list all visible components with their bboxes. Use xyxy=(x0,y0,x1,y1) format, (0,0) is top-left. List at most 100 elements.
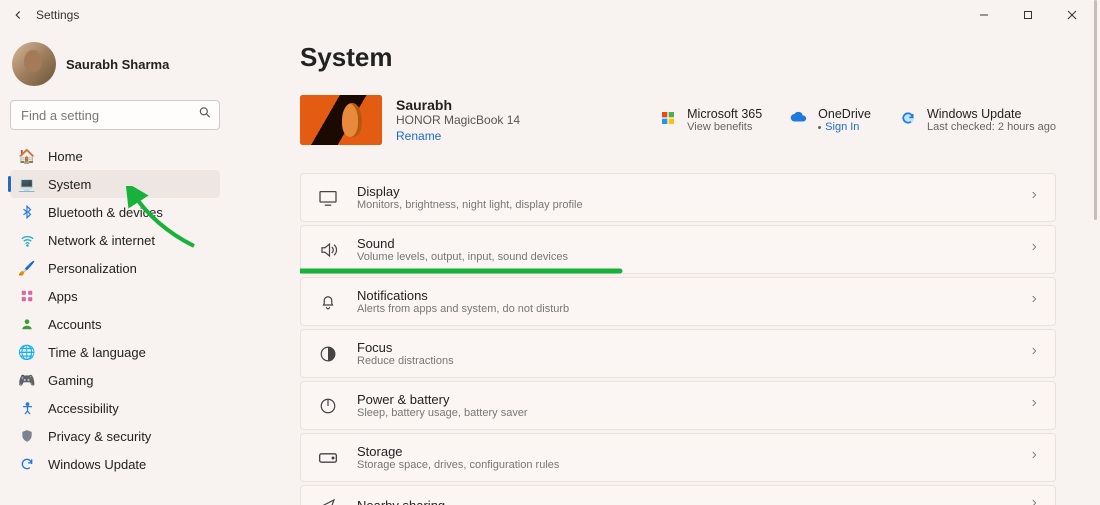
arrow-left-icon xyxy=(11,8,25,22)
card-sub: Alerts from apps and system, do not dist… xyxy=(357,303,569,315)
status-sub: Sign In xyxy=(818,121,871,133)
speaker-icon xyxy=(317,241,339,259)
chevron-right-icon xyxy=(1029,292,1039,311)
maximize-button[interactable] xyxy=(1006,0,1050,30)
status-onedrive[interactable]: OneDrive Sign In xyxy=(790,107,871,133)
titlebar: Settings xyxy=(0,0,1100,30)
wifi-icon xyxy=(18,233,36,248)
apps-icon xyxy=(18,289,36,303)
status-m365[interactable]: Microsoft 365 View benefits xyxy=(659,107,762,133)
monitor-icon xyxy=(317,190,339,206)
back-button[interactable] xyxy=(6,3,30,27)
minimize-button[interactable] xyxy=(962,0,1006,30)
nav-item-personalization[interactable]: 🖌️ Personalization xyxy=(10,254,220,282)
nav-label: Gaming xyxy=(48,373,94,388)
chevron-right-icon xyxy=(1029,396,1039,415)
nav-label: Personalization xyxy=(48,261,137,276)
nav-item-network[interactable]: Network & internet xyxy=(10,226,220,254)
nav-label: System xyxy=(48,177,91,192)
chevron-right-icon xyxy=(1029,448,1039,467)
status-title: Windows Update xyxy=(927,107,1056,121)
card-title: Nearby sharing xyxy=(357,498,445,505)
status-sub: Last checked: 2 hours ago xyxy=(927,121,1056,133)
bluetooth-icon xyxy=(18,205,36,219)
nav-label: Privacy & security xyxy=(48,429,151,444)
card-title: Notifications xyxy=(357,288,569,303)
pc-name: Saurabh xyxy=(396,97,520,113)
nav-item-privacy[interactable]: Privacy & security xyxy=(10,422,220,450)
close-button[interactable] xyxy=(1050,0,1094,30)
scrollbar[interactable] xyxy=(1094,0,1097,220)
globe-icon: 🌐 xyxy=(18,344,36,361)
home-icon: 🏠 xyxy=(18,148,36,165)
storage-icon xyxy=(317,451,339,465)
card-sub: Sleep, battery usage, battery saver xyxy=(357,407,528,419)
chevron-right-icon xyxy=(1029,240,1039,259)
nav: 🏠 Home 💻 System Bluetooth & devices Netw… xyxy=(10,142,220,478)
update-status-icon xyxy=(899,107,917,133)
nav-item-home[interactable]: 🏠 Home xyxy=(10,142,220,170)
nav-label: Time & language xyxy=(48,345,146,360)
card-sub: Volume levels, output, input, sound devi… xyxy=(357,251,568,263)
nav-label: Accessibility xyxy=(48,401,119,416)
settings-cards: DisplayMonitors, brightness, night light… xyxy=(300,173,1056,505)
nav-item-accounts[interactable]: Accounts xyxy=(10,310,220,338)
status-sub: View benefits xyxy=(687,121,762,133)
focus-icon xyxy=(317,345,339,363)
system-header: Saurabh HONOR MagicBook 14 Rename Micros… xyxy=(300,95,1056,145)
nav-item-bluetooth[interactable]: Bluetooth & devices xyxy=(10,198,220,226)
card-focus[interactable]: FocusReduce distractions xyxy=(300,329,1056,378)
window-controls xyxy=(962,0,1094,30)
status-update[interactable]: Windows Update Last checked: 2 hours ago xyxy=(899,107,1056,133)
card-power[interactable]: Power & batterySleep, battery usage, bat… xyxy=(300,381,1056,430)
nav-label: Network & internet xyxy=(48,233,155,248)
share-icon xyxy=(317,497,339,505)
gamepad-icon: 🎮 xyxy=(18,372,36,389)
card-sub: Monitors, brightness, night light, displ… xyxy=(357,199,583,211)
m365-icon xyxy=(659,107,677,133)
rename-link[interactable]: Rename xyxy=(396,129,520,143)
search-input[interactable] xyxy=(10,100,220,130)
nav-label: Apps xyxy=(48,289,78,304)
status-title: OneDrive xyxy=(818,107,871,121)
nav-item-gaming[interactable]: 🎮 Gaming xyxy=(10,366,220,394)
card-nearby[interactable]: Nearby sharing xyxy=(300,485,1056,505)
card-sound[interactable]: SoundVolume levels, output, input, sound… xyxy=(300,225,1056,274)
update-icon xyxy=(18,457,36,471)
card-title: Sound xyxy=(357,236,568,251)
search-wrapper xyxy=(10,100,220,130)
pc-model: HONOR MagicBook 14 xyxy=(396,113,520,127)
nav-item-time[interactable]: 🌐 Time & language xyxy=(10,338,220,366)
chevron-right-icon xyxy=(1029,496,1039,505)
cloud-icon xyxy=(790,107,808,133)
card-sub: Reduce distractions xyxy=(357,355,454,367)
nav-label: Accounts xyxy=(48,317,101,332)
card-title: Focus xyxy=(357,340,454,355)
card-title: Display xyxy=(357,184,583,199)
bell-icon xyxy=(317,293,339,311)
card-display[interactable]: DisplayMonitors, brightness, night light… xyxy=(300,173,1056,222)
chevron-right-icon xyxy=(1029,344,1039,363)
nav-item-update[interactable]: Windows Update xyxy=(10,450,220,478)
card-storage[interactable]: StorageStorage space, drives, configurat… xyxy=(300,433,1056,482)
status-title: Microsoft 365 xyxy=(687,107,762,121)
nav-item-apps[interactable]: Apps xyxy=(10,282,220,310)
window-title: Settings xyxy=(36,8,79,22)
card-title: Storage xyxy=(357,444,559,459)
nav-label: Home xyxy=(48,149,83,164)
nav-label: Windows Update xyxy=(48,457,146,472)
card-sub: Storage space, drives, configuration rul… xyxy=(357,459,559,471)
power-icon xyxy=(317,397,339,415)
system-icon: 💻 xyxy=(18,176,36,193)
nav-item-system[interactable]: 💻 System xyxy=(10,170,220,198)
avatar xyxy=(12,42,56,86)
nav-label: Bluetooth & devices xyxy=(48,205,163,220)
pc-thumbnail xyxy=(300,95,382,145)
nav-item-accessibility[interactable]: Accessibility xyxy=(10,394,220,422)
main-content: System Saurabh HONOR MagicBook 14 Rename… xyxy=(230,30,1100,505)
search-icon xyxy=(198,106,212,125)
page-title: System xyxy=(300,42,1056,73)
accessibility-icon xyxy=(18,401,36,416)
card-notifications[interactable]: NotificationsAlerts from apps and system… xyxy=(300,277,1056,326)
user-block[interactable]: Saurabh Sharma xyxy=(10,36,220,100)
